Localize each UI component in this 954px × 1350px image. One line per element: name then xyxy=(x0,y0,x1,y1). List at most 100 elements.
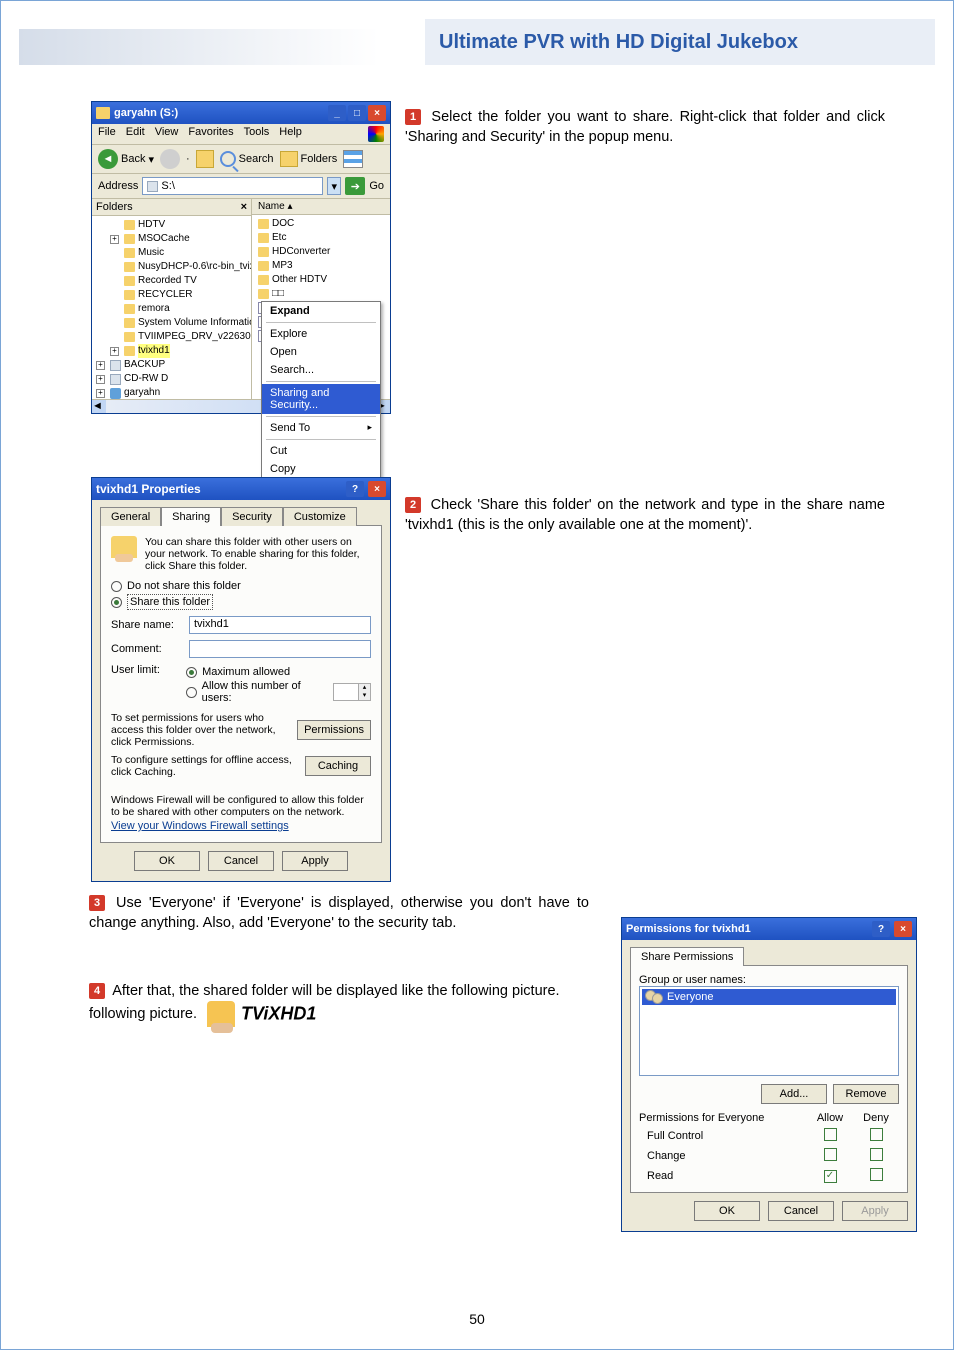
permissions-cancel-button[interactable]: Cancel xyxy=(768,1201,834,1221)
ctx-sharing-security[interactable]: Sharing and Security... xyxy=(262,384,380,414)
folders-close-icon[interactable]: × xyxy=(241,201,247,213)
maximize-button[interactable]: □ xyxy=(348,105,366,121)
sep: · xyxy=(186,153,190,165)
permissions-help-button[interactable]: ? xyxy=(872,921,890,937)
radio-off-icon xyxy=(111,581,122,592)
search-button[interactable]: Search xyxy=(220,151,274,167)
radio-share-this[interactable]: Share this folder xyxy=(111,594,371,610)
properties-tabs: General Sharing Security Customize xyxy=(92,500,390,525)
step1-badge: 1 xyxy=(405,109,421,125)
forward-button[interactable] xyxy=(160,149,180,169)
full-allow-checkbox[interactable] xyxy=(824,1128,837,1141)
minimize-button[interactable]: _ xyxy=(328,105,346,121)
permissions-ok-button[interactable]: OK xyxy=(694,1201,760,1221)
remove-button[interactable]: Remove xyxy=(833,1084,899,1104)
tab-security[interactable]: Security xyxy=(221,507,283,526)
read-deny-checkbox[interactable] xyxy=(870,1168,883,1181)
explorer-titlebar[interactable]: garyahn (S:) _ □ × xyxy=(92,102,390,124)
ctx-search[interactable]: Search... xyxy=(262,361,380,379)
properties-apply-button[interactable]: Apply xyxy=(282,851,348,871)
user-count-spinner[interactable]: ▴▾ xyxy=(333,683,371,701)
explorer-toolbar: ◄Back ▾ · Search Folders xyxy=(92,145,390,174)
properties-close-button[interactable]: × xyxy=(368,481,386,497)
radio-max-allowed[interactable]: Maximum allowed xyxy=(186,666,371,678)
page-number: 50 xyxy=(1,1311,953,1327)
ctx-open[interactable]: Open xyxy=(262,343,380,361)
tab-general[interactable]: General xyxy=(100,507,161,526)
views-button[interactable] xyxy=(343,150,363,168)
properties-ok-button[interactable]: OK xyxy=(134,851,200,871)
perm-row-change: Change xyxy=(639,1148,899,1164)
comment-input[interactable] xyxy=(189,640,371,658)
ctx-cut[interactable]: Cut xyxy=(262,442,380,460)
read-allow-checkbox[interactable] xyxy=(824,1170,837,1183)
step3-text: Use 'Everyone' if 'Everyone' is displaye… xyxy=(89,895,589,931)
permissions-apply-button[interactable]: Apply xyxy=(842,1201,908,1221)
shared-folder-icon xyxy=(207,1001,235,1027)
go-label: Go xyxy=(369,180,384,192)
tab-sharing[interactable]: Sharing xyxy=(161,507,221,526)
caching-text: To configure settings for offline access… xyxy=(111,754,299,778)
menu-tools[interactable]: Tools xyxy=(244,126,270,142)
radio-allow-n[interactable]: Allow this number of users: ▴▾ xyxy=(186,680,371,704)
firewall-link[interactable]: View your Windows Firewall settings xyxy=(111,820,289,832)
permissions-button[interactable]: Permissions xyxy=(297,720,371,740)
permissions-dialog: Permissions for tvixhd1 ? × Share Permis… xyxy=(621,917,917,1232)
close-button[interactable]: × xyxy=(368,105,386,121)
ctx-send-to[interactable]: Send To xyxy=(262,419,380,437)
caching-button[interactable]: Caching xyxy=(305,756,371,776)
tab-share-permissions[interactable]: Share Permissions xyxy=(630,947,744,966)
properties-title: tvixhd1 Properties xyxy=(96,482,201,496)
radio-do-not-share[interactable]: Do not share this folder xyxy=(111,580,371,592)
group-label: Group or user names: xyxy=(639,974,899,986)
header-banner: Ultimate PVR with HD Digital Jukebox xyxy=(19,19,935,75)
address-input[interactable]: S:\ xyxy=(142,177,323,195)
full-deny-checkbox[interactable] xyxy=(870,1128,883,1141)
step1-paragraph: 1 Select the folder you want to share. R… xyxy=(405,107,885,148)
user-limit-label: User limit: xyxy=(111,664,178,676)
properties-dialog: tvixhd1 Properties ? × General Sharing S… xyxy=(91,477,391,882)
user-everyone[interactable]: Everyone xyxy=(642,989,896,1005)
banner-right: Ultimate PVR with HD Digital Jukebox xyxy=(425,19,935,65)
step4-paragraph: 4 After that, the shared folder will be … xyxy=(89,981,589,1027)
users-listbox[interactable]: Everyone xyxy=(639,986,899,1076)
permissions-titlebar[interactable]: Permissions for tvixhd1 ? × xyxy=(622,918,916,940)
tree-selected-tvixhd1: tvixhd1 xyxy=(138,344,170,358)
address-label: Address xyxy=(98,180,138,192)
change-allow-checkbox[interactable] xyxy=(824,1148,837,1161)
menu-edit[interactable]: Edit xyxy=(126,126,145,142)
folders-pane: Folders × HDTV +MSOCache Music NusyDHCP-… xyxy=(92,199,252,399)
ctx-copy[interactable]: Copy xyxy=(262,460,380,478)
name-column[interactable]: Name xyxy=(258,201,285,212)
ctx-expand[interactable]: Expand xyxy=(262,302,380,320)
step4-text-a: After that, the shared folder will be di… xyxy=(109,983,560,999)
up-button[interactable] xyxy=(196,150,214,168)
menu-view[interactable]: View xyxy=(155,126,179,142)
back-button[interactable]: ◄Back ▾ xyxy=(98,149,154,169)
radio-on-icon xyxy=(111,597,122,608)
step3-paragraph: 3 Use 'Everyone' if 'Everyone' is displa… xyxy=(89,893,589,934)
explorer-title: garyahn (S:) xyxy=(114,107,178,119)
folder-tree[interactable]: HDTV +MSOCache Music NusyDHCP-0.6\rc-bin… xyxy=(92,216,251,399)
search-icon xyxy=(220,151,236,167)
menu-help[interactable]: Help xyxy=(279,126,302,142)
change-deny-checkbox[interactable] xyxy=(870,1148,883,1161)
tab-customize[interactable]: Customize xyxy=(283,507,357,526)
step1-text: Select the folder you want to share. Rig… xyxy=(405,109,885,145)
address-bar: Address S:\ ▾ ➔ Go xyxy=(92,174,390,199)
go-button[interactable]: ➔ xyxy=(345,177,365,195)
add-button[interactable]: Add... xyxy=(761,1084,827,1104)
sharing-panel: You can share this folder with other use… xyxy=(100,525,382,843)
address-dropdown[interactable]: ▾ xyxy=(327,177,341,195)
menu-file[interactable]: File xyxy=(98,126,116,142)
properties-cancel-button[interactable]: Cancel xyxy=(208,851,274,871)
comment-label: Comment: xyxy=(111,643,181,655)
properties-titlebar[interactable]: tvixhd1 Properties ? × xyxy=(92,478,390,500)
folders-button[interactable]: Folders xyxy=(280,151,338,167)
permissions-close-button[interactable]: × xyxy=(894,921,912,937)
allow-header: Allow xyxy=(807,1112,853,1124)
ctx-explore[interactable]: Explore xyxy=(262,325,380,343)
help-button[interactable]: ? xyxy=(346,481,364,497)
menu-favorites[interactable]: Favorites xyxy=(188,126,233,142)
share-name-input[interactable]: tvixhd1 xyxy=(189,616,371,634)
